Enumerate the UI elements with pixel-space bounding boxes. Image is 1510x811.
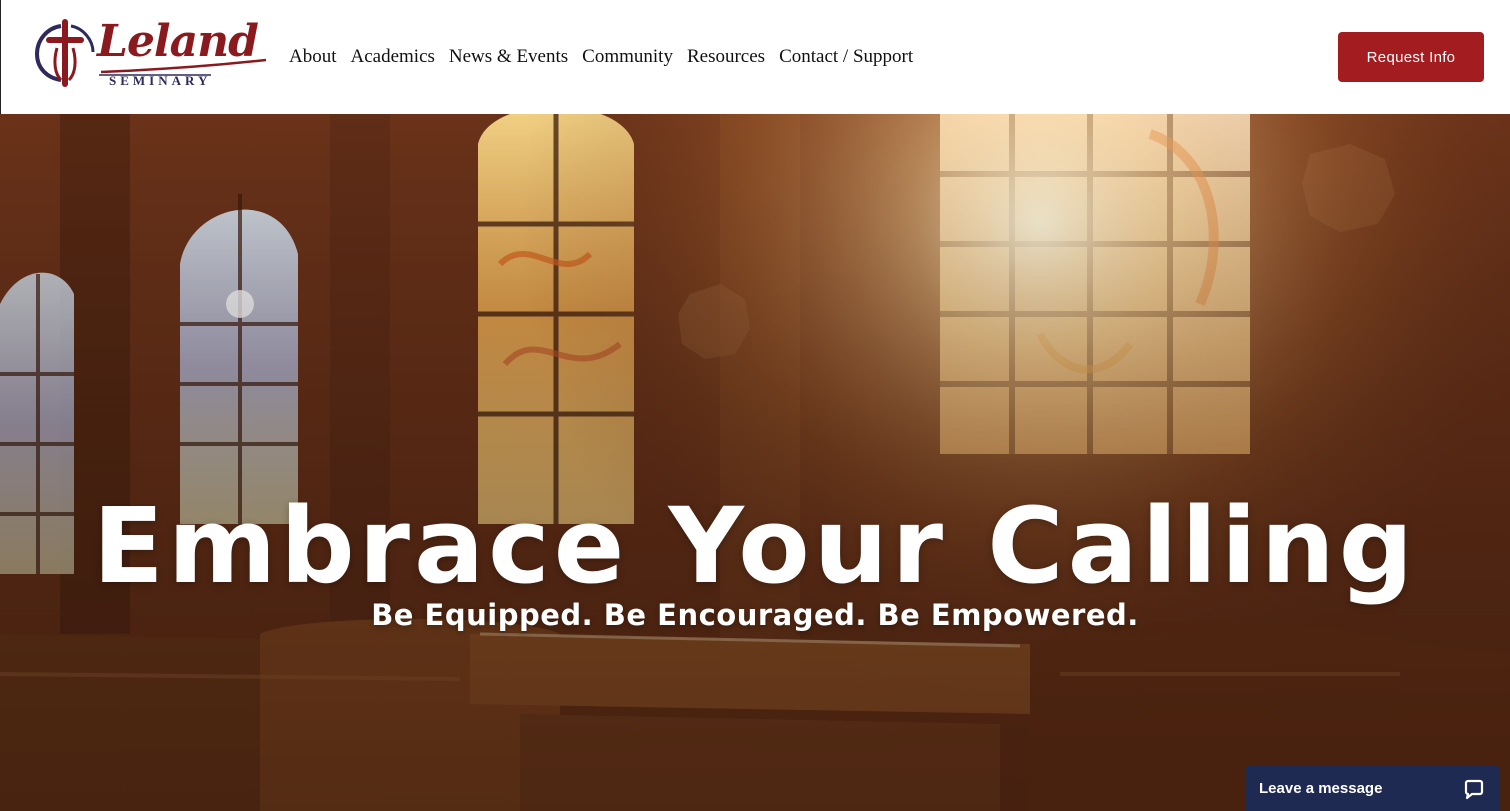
main-nav: About Academics News & Events Community … bbox=[289, 46, 913, 68]
leland-seminary-logo[interactable]: Leland SEMINARY bbox=[31, 18, 267, 94]
hero-banner: Embrace Your Calling Be Equipped. Be Enc… bbox=[0, 114, 1510, 811]
request-info-button[interactable]: Request Info bbox=[1338, 32, 1484, 82]
nav-item-news-events[interactable]: News & Events bbox=[449, 46, 568, 68]
nav-item-resources[interactable]: Resources bbox=[687, 46, 765, 68]
nav-item-contact-support[interactable]: Contact / Support bbox=[779, 46, 913, 68]
chat-bubble-icon bbox=[1464, 779, 1484, 800]
leave-message-chat-widget[interactable]: Leave a message bbox=[1245, 765, 1500, 811]
hero-title: Embrace Your Calling bbox=[92, 485, 1418, 607]
nav-item-about[interactable]: About bbox=[289, 46, 337, 68]
logo-subtitle: SEMINARY bbox=[109, 73, 212, 88]
chat-label: Leave a message bbox=[1259, 779, 1383, 797]
site-header: Leland SEMINARY About Academics News & E… bbox=[0, 0, 1510, 114]
nav-item-academics[interactable]: Academics bbox=[351, 46, 435, 68]
chapel-stained-glass-background bbox=[0, 114, 1510, 811]
hero-subtitle: Be Equipped. Be Encouraged. Be Empowered… bbox=[371, 598, 1139, 632]
nav-item-community[interactable]: Community bbox=[582, 46, 673, 68]
